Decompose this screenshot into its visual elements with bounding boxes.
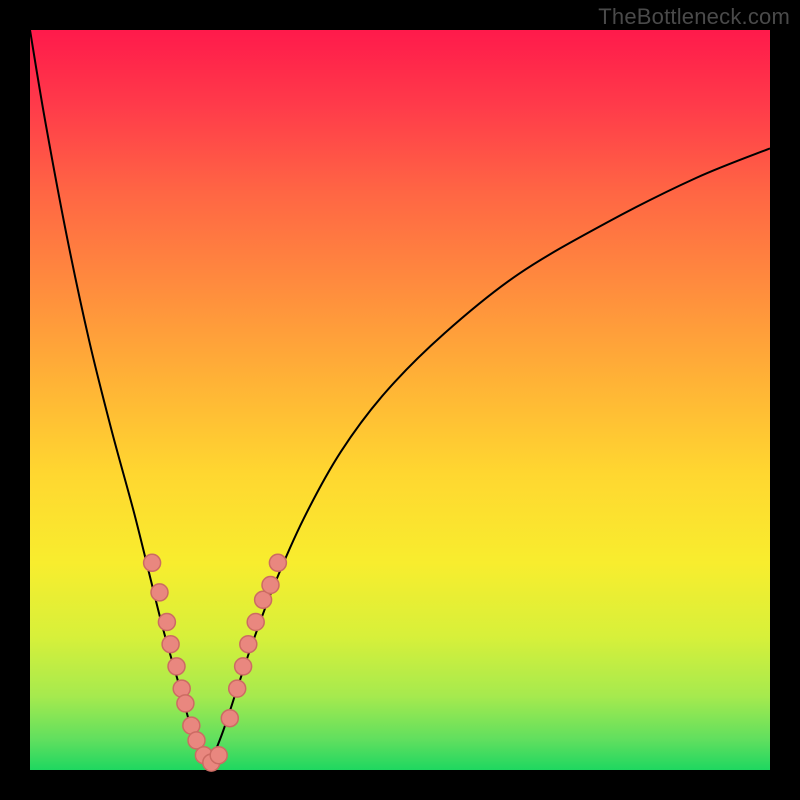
data-point: [158, 614, 175, 631]
plot-area: [30, 30, 770, 770]
data-point: [168, 658, 185, 675]
frame: TheBottleneck.com: [0, 0, 800, 800]
data-point: [229, 680, 246, 697]
data-point: [235, 658, 252, 675]
data-point: [162, 636, 179, 653]
data-point: [177, 695, 194, 712]
highlighted-points: [144, 554, 287, 771]
data-point: [144, 554, 161, 571]
curve-right-branch: [208, 148, 770, 770]
data-point: [221, 710, 238, 727]
data-point: [269, 554, 286, 571]
data-point: [240, 636, 257, 653]
data-point: [262, 577, 279, 594]
curve-layer: [30, 30, 770, 770]
data-point: [210, 747, 227, 764]
data-point: [247, 614, 264, 631]
watermark-text: TheBottleneck.com: [598, 4, 790, 30]
data-point: [151, 584, 168, 601]
